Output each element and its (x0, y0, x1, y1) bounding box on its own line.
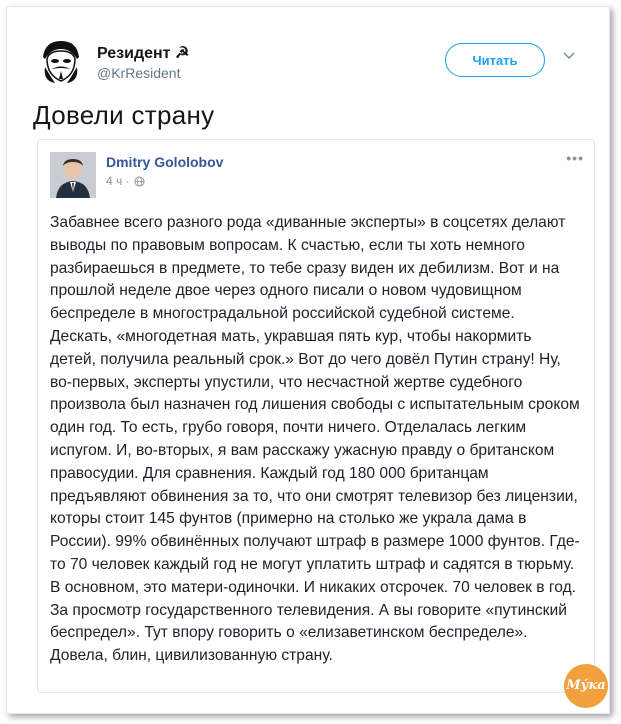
tweet-card: Резидент ☭ @KrResident Читать Довели стр… (6, 6, 610, 714)
more-icon[interactable]: ••• (566, 150, 584, 166)
follow-button[interactable]: Читать (445, 43, 545, 77)
chevron-down-icon[interactable] (561, 47, 577, 63)
fb-author-name[interactable]: Dmitry Gololobov (106, 154, 223, 170)
watermark-logo: Му́ка (564, 664, 608, 708)
fb-author-avatar[interactable] (50, 152, 96, 198)
author-name[interactable]: Резидент ☭ (97, 43, 189, 63)
hammer-sickle-icon: ☭ (174, 45, 190, 62)
fb-post-meta: 4 ч · (106, 174, 145, 188)
guy-fawkes-avatar (37, 37, 85, 85)
fb-post-body: Забавнее всего разного рода «диванные эк… (50, 214, 580, 665)
author-avatar[interactable] (37, 37, 85, 85)
tweet-header: Резидент ☭ @KrResident Читать (37, 37, 589, 87)
author-handle[interactable]: @KrResident (97, 65, 180, 81)
tweet-text: Довели страну (33, 100, 215, 130)
person-photo-icon (50, 152, 96, 198)
globe-icon (134, 175, 145, 187)
post-time[interactable]: 4 ч · (106, 174, 130, 188)
embedded-facebook-post[interactable]: Dmitry Gololobov 4 ч · ••• Забавнее всег… (37, 139, 595, 693)
